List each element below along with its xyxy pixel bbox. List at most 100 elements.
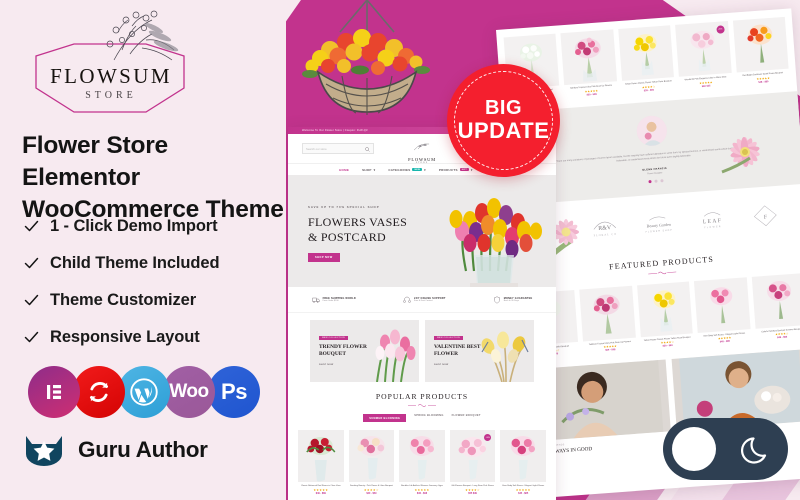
product-card[interactable]: Yellow Roses Classic Flower Yellow Rose … <box>636 281 694 349</box>
shield-icon <box>493 295 500 304</box>
logo-sub: STORE <box>85 90 137 101</box>
gerbera-flower-decor-icon <box>721 137 760 174</box>
dark-mode-toggle[interactable] <box>663 418 788 480</box>
search-placeholder: Search our store <box>306 146 327 151</box>
product-card[interactable]: Teleflora Tropical Lilies Pink Rose Up F… <box>560 29 618 97</box>
author-label: Guru Author <box>78 437 208 462</box>
brand-logo-icon: F <box>746 201 786 230</box>
floral-sprig-icon <box>106 10 179 61</box>
check-icon <box>24 294 39 306</box>
product-card[interactable]: Red Bright Sunflower Spark Roses Bouquet… <box>732 16 790 85</box>
product-card[interactable]: New Baby Soft Roses - Elegant Joyful Ros… <box>694 276 751 345</box>
banner-link[interactable]: SHOP NOW <box>319 364 334 366</box>
popular-products-title: POPULAR PRODUCTS <box>375 392 469 401</box>
nav-item-categories[interactable]: CATEGORIES NEW ▾ <box>388 168 426 172</box>
dried-flowers-image <box>481 331 529 382</box>
promo-banner-card[interactable]: NEW COLLECTION VALENTINE BEST FLOWER SHO… <box>425 320 534 382</box>
badge-line-1: BIG <box>484 96 523 119</box>
shop-now-button[interactable]: SHOP NOW <box>308 253 340 263</box>
sale-badge: -25% <box>715 25 725 34</box>
product-card[interactable]: Colorful Teleflora Bouquet Summer Bouque… <box>751 272 800 341</box>
banner-pill: NEW COLLECTION <box>319 336 348 341</box>
revolution-slider-icon <box>73 366 125 418</box>
check-icon <box>24 331 39 343</box>
svg-text:R&V: R&V <box>598 225 612 232</box>
svg-text:F: F <box>764 214 768 220</box>
feature-label: Responsive Layout <box>50 328 200 346</box>
service-features: FREE SHIPPING WORLD From Order $100 24/7 … <box>288 287 556 313</box>
check-icon <box>24 220 39 232</box>
feature-list: 1 - Click Demo Import Child Theme Includ… <box>24 208 284 356</box>
logo-sub: STORE <box>415 162 429 164</box>
service-sub: Back In 30 Days <box>503 300 519 302</box>
nav-item-shop[interactable]: SHOP ▾ <box>362 168 375 172</box>
popular-products-grid: Classic Balanced Red Roses in Clear Vase… <box>288 422 556 495</box>
avatar <box>635 114 668 147</box>
moon-icon[interactable] <box>741 432 775 466</box>
hanging-flower-basket-image <box>302 0 430 115</box>
nav-label: HOME <box>339 167 350 172</box>
nav-item-products[interactable]: PRODUCTS HOT ▾ <box>439 168 473 172</box>
svg-text:LEAF: LEAF <box>702 218 722 225</box>
product-card[interactable]: Yellow Roses Classic Flower Yellow Rose … <box>618 25 675 93</box>
logo-name: FLOWSUM <box>50 64 172 88</box>
nav-item-home[interactable]: HOME <box>339 168 349 172</box>
hero-text-block: SAVE UP TO 70% SPECIAL SHOP FLOWERS VASE… <box>308 205 407 263</box>
tab-summer-blooming[interactable]: SUMMER BLOOMING <box>363 414 407 422</box>
center-page-mockup[interactable]: Welcome To Our Flower Store | Coupon: FL… <box>288 127 556 500</box>
search-input[interactable]: Search our store <box>302 143 374 154</box>
product-card[interactable]: Bundles Life Artificial Flowers Greenery… <box>399 430 445 495</box>
search-icon[interactable] <box>365 147 370 152</box>
product-card[interactable]: Dazzling Beauty - Pink Roses & Lilies Bo… <box>348 430 395 495</box>
feature-label: 1 - Click Demo Import <box>50 217 218 235</box>
product-image <box>751 272 800 329</box>
elementor-icon <box>28 366 80 418</box>
badge-line-2: UPDATE <box>457 118 550 144</box>
brand-logo-icon: Beauty Garden FLOWER SHOP <box>639 209 679 238</box>
service-item: FREE SHIPPING WORLD From Order $100 <box>311 296 356 304</box>
nav-badge-hot: HOT <box>459 167 469 172</box>
banner-link[interactable]: SHOP NOW <box>434 364 449 366</box>
hero-slider[interactable]: SAVE UP TO 70% SPECIAL SHOP FLOWERS VASE… <box>288 175 556 287</box>
banner-pill: NEW COLLECTION <box>434 336 463 341</box>
product-category-tabs[interactable]: SUMMER BLOOMING SPRING BLOOMING FLOWER B… <box>288 414 556 422</box>
wordpress-icon <box>118 366 170 418</box>
left-info-panel: FLOWSUM STORE Flower Store Elementor Woo… <box>0 0 286 500</box>
product-card[interactable]: Classic Balanced Red Roses in Clear Vase… <box>298 430 344 495</box>
service-sub: From Order $100 <box>322 300 339 302</box>
tab-flower-bouquet[interactable]: FLOWER BOUQUET <box>452 414 481 422</box>
product-image <box>618 25 675 81</box>
big-update-badge: BIG UPDATE <box>447 64 560 177</box>
service-item: MONEY GUARANTEE Back In 30 Days <box>493 295 533 304</box>
product-image <box>636 281 693 337</box>
feature-item: 1 - Click Demo Import <box>24 208 284 245</box>
product-card[interactable]: -30% Gift Flowers Bouquet - Long Stem Pi… <box>449 430 496 495</box>
promo-banner-stage: White Hydrangea Green Beauty Bouquet ★★★… <box>0 0 800 500</box>
product-price: $45 - $85 <box>518 491 529 495</box>
check-icon <box>24 257 39 269</box>
ornament-divider-icon <box>408 404 436 407</box>
product-price: $40 - $59 <box>366 491 377 495</box>
product-image: -30% <box>449 430 496 482</box>
product-card[interactable]: Vase Baby Soft Roses - Elegant Joyful Ro… <box>500 430 546 495</box>
feature-item: Child Theme Included <box>24 245 284 282</box>
tab-spring-blooming[interactable]: SPRING BLOOMING <box>414 414 443 422</box>
product-card[interactable]: -25% Wonderful Pink Elegance Lilies in G… <box>675 21 732 89</box>
brand-logo: FLOWSUM STORE <box>18 10 208 124</box>
service-item: 24/7 ONLINE SUPPORT Free & Fast Contact <box>403 296 446 304</box>
nav-label: SHOP <box>362 167 372 172</box>
product-image <box>348 430 395 482</box>
svg-text:Beauty Garden: Beauty Garden <box>646 221 670 228</box>
sprig-icon <box>413 143 430 151</box>
woocommerce-icon: Woo <box>163 366 215 418</box>
promo-banner-card[interactable]: NEW COLLECTION TRENDY FLOWER BOUQUET SHO… <box>310 320 419 382</box>
product-image <box>732 16 789 73</box>
toggle-knob[interactable] <box>672 427 716 471</box>
promo-banners: NEW COLLECTION TRENDY FLOWER BOUQUET SHO… <box>288 313 556 382</box>
product-image <box>298 430 344 482</box>
service-sub: Free & Fast Contact <box>413 300 433 302</box>
ps-label: Ps <box>221 379 247 404</box>
product-image: -25% <box>675 21 732 77</box>
product-image <box>500 430 546 482</box>
site-logo[interactable]: FLOWSUM STORE <box>408 139 436 164</box>
